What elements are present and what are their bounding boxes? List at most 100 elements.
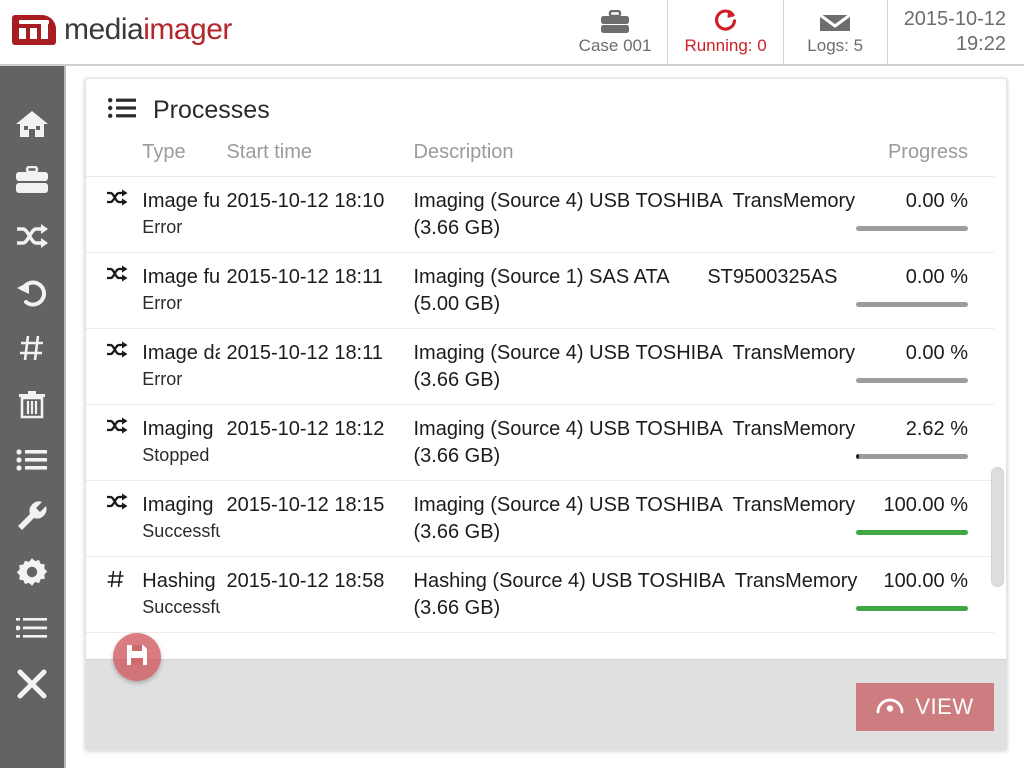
row-description-line1: Imaging (Source 4) USB TOSHIBA TransMemo… (413, 418, 856, 440)
table-scrollbar[interactable] (991, 467, 1004, 587)
header-date: 2015-10-12 (903, 8, 1006, 30)
row-type-icon (86, 556, 124, 633)
row-description-cell: Imaging (Source 4) USB TOSHIBA TransMemo… (407, 328, 855, 405)
row-description-line2: (3.66 GB) (413, 217, 501, 239)
row-progress-value: 2.62 % (905, 418, 968, 440)
hash-icon (106, 570, 126, 593)
row-progress-cell: 0.00 % (852, 176, 994, 253)
view-button[interactable]: VIEW (856, 683, 994, 731)
table-row[interactable]: HashingSuccessful2015-10-12 18:58Hashing… (86, 556, 994, 633)
sidebar-item-tools[interactable] (0, 488, 65, 544)
home-icon (15, 109, 49, 139)
processes-table-wrap: Type Start time Description Progress Ima… (86, 141, 1006, 649)
header-datetime: 2015-10-12 19:22 (886, 0, 1016, 64)
table-row[interactable]: Image full d Error 2015-10-12 18:10 Imaging… (86, 176, 994, 253)
sidebar-item-processes[interactable] (0, 432, 65, 488)
row-start-time-cell: 2015-10-12 18:15 (220, 480, 408, 557)
row-start-time: 2015-10-12 18:11 (226, 342, 383, 364)
row-description-line2: (3.66 GB) (413, 597, 501, 619)
hash-icon (18, 334, 46, 362)
column-header-progress[interactable]: Progress (852, 141, 994, 177)
row-description-cell: Imaging (Source 4) USB TOSHIBA TransMemo… (407, 480, 855, 557)
mediaimager-logo-icon (12, 15, 56, 45)
status-running-label: Running: 0 (684, 36, 767, 55)
row-type-icon (86, 176, 128, 253)
save-button[interactable] (113, 633, 161, 681)
status-logs[interactable]: Logs: 5 (782, 0, 887, 64)
progress-bar (856, 302, 968, 307)
row-progress-value: 100.00 % (883, 570, 968, 592)
row-start-time-cell: 2015-10-12 18:11 (220, 252, 408, 329)
app-logo[interactable]: mediaimager (12, 13, 232, 47)
row-progress-cell: 100.00 % (852, 556, 994, 633)
sidebar-item-logs[interactable] (0, 600, 65, 656)
row-type-cell: Imaging Stopped (114, 404, 221, 481)
column-header-description[interactable]: Description (408, 141, 853, 177)
row-description-line2: (3.66 GB) (413, 445, 501, 467)
row-status: Error (142, 293, 183, 313)
shuffle-icon (106, 341, 128, 362)
sidebar-item-imaging[interactable] (0, 208, 65, 264)
row-status: Successful (142, 597, 220, 617)
row-type-icon (86, 480, 128, 557)
table-row[interactable]: Image full d Error 2015-10-12 18:11 Imaging… (86, 252, 994, 329)
row-type: Image full d (142, 190, 221, 212)
row-description-cell: Imaging (Source 4) USB TOSHIBA TransMemo… (407, 176, 856, 253)
row-start-time: 2015-10-12 18:10 (226, 190, 385, 212)
status-running[interactable]: Running: 0 (667, 0, 782, 64)
row-start-time-cell: 2015-10-12 18:10 (220, 176, 408, 253)
progress-bar-fill (856, 606, 968, 611)
progress-bar (856, 606, 968, 611)
row-start-time: 2015-10-12 18:11 (226, 266, 383, 288)
row-type-cell: Imaging Successful (114, 480, 221, 557)
sidebar-item-restore[interactable] (0, 264, 65, 320)
row-progress-cell: 0.00 % (852, 252, 994, 329)
row-start-time: 2015-10-12 18:58 (226, 570, 385, 592)
row-type-icon (86, 252, 128, 329)
row-description-cell: Imaging (Source 4) USB TOSHIBA TransMemo… (407, 404, 856, 481)
app-header: mediaimager Case 001 Running: 0 Logs: 5 … (0, 0, 1024, 66)
row-description-line1: Imaging (Source 4) USB TOSHIBA TransMemo… (413, 190, 856, 212)
app-logo-text: mediaimager (64, 13, 232, 47)
row-type-icon (86, 404, 128, 481)
row-description-line2: (3.66 GB) (413, 369, 501, 391)
sidebar-item-exit[interactable] (0, 656, 65, 712)
row-start-time-cell: 2015-10-12 18:58 (220, 556, 408, 633)
progress-bar (856, 378, 968, 383)
sidebar-item-settings[interactable] (0, 544, 65, 600)
processes-panel: Processes Type Start time Description Pr… (85, 78, 1007, 750)
header-status-group: Case 001 Running: 0 Logs: 5 2015-10-12 1… (563, 0, 1016, 64)
row-progress-cell: 2.62 % (852, 404, 994, 481)
panel-footer: VIEW (86, 633, 1006, 749)
list-icon (108, 97, 136, 123)
row-description-line1: Imaging (Source 1) SAS ATA ST9500325AS (413, 266, 838, 288)
shuffle-icon (106, 417, 128, 438)
sidebar-item-hashing[interactable] (0, 320, 65, 376)
row-status: Error (142, 369, 183, 389)
undo-icon (16, 277, 48, 307)
briefcase-icon (600, 8, 630, 34)
row-start-time-cell: 2015-10-12 18:11 (220, 328, 408, 405)
page-title: Processes (153, 95, 270, 124)
save-floppy-icon (126, 644, 148, 671)
column-header-start-time[interactable]: Start time (220, 141, 407, 177)
sidebar-item-home[interactable] (0, 96, 65, 152)
table-row[interactable]: ImagingSuccessful2015-10-12 18:15 Imaging… (86, 480, 994, 557)
row-type: Image full d (142, 266, 221, 288)
row-description-line2: (3.66 GB) (413, 521, 501, 543)
envelope-icon (819, 8, 852, 34)
table-row[interactable]: Imaging Stopped 2015-10-12 18:12 Imaging (S… (86, 404, 994, 481)
row-start-time: 2015-10-12 18:15 (226, 494, 385, 516)
eye-icon (876, 695, 904, 720)
column-header-type[interactable]: Type (114, 141, 220, 177)
row-type-cell: Image data Error (114, 328, 221, 405)
status-case[interactable]: Case 001 (563, 0, 668, 64)
table-row[interactable]: Image data Error 2015-10-12 18:11 Imaging (… (86, 328, 994, 405)
sidebar-item-wipe[interactable] (0, 376, 65, 432)
gear-icon (16, 556, 48, 588)
status-logs-label: Logs: 5 (807, 36, 864, 55)
status-case-label: Case 001 (578, 36, 652, 55)
progress-bar-fill (856, 454, 860, 459)
table-header-row: Type Start time Description Progress (86, 141, 994, 177)
sidebar-item-case[interactable] (0, 152, 65, 208)
